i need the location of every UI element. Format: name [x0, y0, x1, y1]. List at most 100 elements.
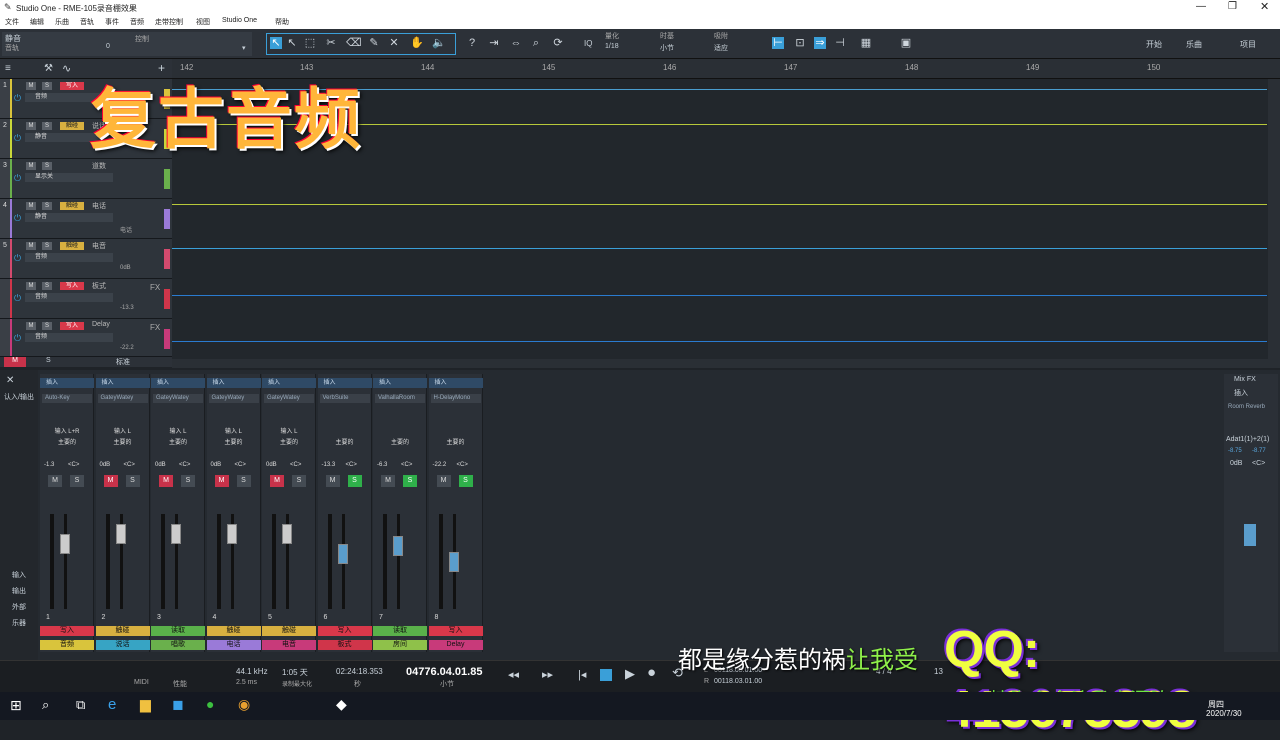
- pencil-icon[interactable]: ✎: [368, 37, 380, 49]
- insert-header[interactable]: 插入: [151, 378, 205, 388]
- output-select[interactable]: 主要的: [153, 437, 203, 446]
- channel-name[interactable]: 音频: [40, 640, 94, 650]
- output-select[interactable]: 主要的: [431, 437, 481, 446]
- automation-icon[interactable]: ∿: [62, 62, 71, 75]
- insert-header[interactable]: 插入: [206, 378, 261, 388]
- mute-button[interactable]: M: [325, 475, 340, 487]
- tab-start[interactable]: 开始: [1146, 39, 1162, 50]
- input-label[interactable]: 输入: [12, 570, 26, 580]
- solo-button[interactable]: S: [181, 475, 195, 487]
- menu-edit[interactable]: 编辑: [30, 17, 44, 27]
- track-name[interactable]: Delay: [92, 321, 110, 328]
- help-icon[interactable]: ?: [466, 37, 478, 49]
- mute-button[interactable]: M: [214, 475, 229, 487]
- pan-value[interactable]: <C>: [401, 462, 412, 468]
- time-seconds[interactable]: 02:24:18.353: [336, 667, 383, 676]
- pan-value[interactable]: <C>: [124, 462, 135, 468]
- output-select[interactable]: 主要的: [375, 437, 425, 446]
- track-row[interactable]: 5 M S 触碰 电音 ⏻ 音频 0dB: [0, 239, 172, 279]
- menu-view[interactable]: 视图: [196, 17, 210, 27]
- tempo[interactable]: 13: [934, 667, 943, 676]
- automation-mode[interactable]: 写入: [60, 82, 84, 90]
- vertical-scrollbar[interactable]: [1268, 79, 1280, 359]
- track-name[interactable]: 道数: [92, 161, 106, 171]
- menu-event[interactable]: 事件: [105, 17, 119, 27]
- automation-mode[interactable]: 触碰: [60, 202, 84, 210]
- main-pan[interactable]: <C>: [1252, 460, 1265, 467]
- volume-value[interactable]: 0dB: [100, 462, 111, 468]
- io-label[interactable]: 认入/输出: [4, 392, 34, 402]
- channel-name[interactable]: 说话: [95, 640, 150, 650]
- mute-button[interactable]: M: [48, 475, 62, 487]
- pan-value[interactable]: <C>: [68, 462, 79, 468]
- channel-name[interactable]: 房间: [373, 640, 427, 650]
- track-automation-select[interactable]: 音频: [25, 253, 113, 262]
- tab-song[interactable]: 乐曲: [1186, 39, 1202, 50]
- solo-button[interactable]: S: [42, 322, 52, 330]
- input-select[interactable]: [431, 426, 481, 435]
- mute-button[interactable]: M: [26, 202, 36, 210]
- mute-button[interactable]: M: [159, 475, 173, 487]
- output-label[interactable]: 输出: [12, 586, 26, 596]
- restore-icon[interactable]: ❐: [1228, 1, 1237, 12]
- instrument-label[interactable]: 乐器: [12, 618, 26, 628]
- input-select[interactable]: [320, 426, 370, 435]
- track-automation-select[interactable]: 音频: [25, 293, 113, 302]
- split-tool-icon[interactable]: ✂: [325, 37, 337, 49]
- minimize-icon[interactable]: —: [1196, 1, 1206, 12]
- automation-mode[interactable]: 触碰: [95, 626, 150, 636]
- speaker-icon[interactable]: 🔈: [432, 37, 446, 49]
- volume-value[interactable]: -6.3: [377, 462, 387, 468]
- power-icon[interactable]: ⏻: [14, 213, 21, 224]
- track-value[interactable]: 0: [106, 43, 110, 50]
- eraser-icon[interactable]: ⌫: [346, 37, 362, 49]
- slip-icon[interactable]: ⇥: [488, 37, 500, 49]
- automation-mode[interactable]: 写入: [60, 282, 84, 290]
- stop-button[interactable]: [600, 669, 612, 681]
- volume-fader[interactable]: [226, 524, 237, 544]
- right-locator[interactable]: 00118.03.01.00: [714, 678, 762, 685]
- close-icon[interactable]: ✕: [6, 375, 14, 386]
- track-name[interactable]: 板式: [92, 281, 106, 291]
- track-row[interactable]: 4 M S 触碰 电话 ⏻ 静音 电话: [0, 199, 172, 239]
- horizontal-scrollbar[interactable]: [172, 359, 1280, 368]
- follow-icon[interactable]: ⇒: [814, 37, 826, 49]
- mute-button[interactable]: M: [381, 475, 395, 487]
- main-insert-slot[interactable]: Room Reverb: [1228, 404, 1265, 410]
- track-row[interactable]: 3 M S 道数 ⏻ 显示关: [0, 159, 172, 199]
- power-icon[interactable]: ⏻: [14, 133, 21, 144]
- insert-slot[interactable]: Auto-Key: [42, 394, 92, 403]
- output-select[interactable]: 主要的: [98, 437, 148, 446]
- pan-value[interactable]: <C>: [457, 462, 468, 468]
- pan-value[interactable]: <C>: [346, 462, 357, 468]
- insert-slot[interactable]: GateyWatey: [97, 394, 148, 403]
- store-icon[interactable]: ◼: [172, 696, 184, 713]
- solo-button[interactable]: S: [347, 475, 362, 487]
- channel-name[interactable]: 电话: [206, 640, 261, 650]
- chevron-down-icon[interactable]: ▾: [242, 44, 246, 52]
- main-fader[interactable]: [1244, 524, 1256, 546]
- task-view-icon[interactable]: ⧉: [76, 697, 85, 713]
- standard-label[interactable]: 标准: [116, 357, 130, 367]
- menu-help[interactable]: 帮助: [275, 17, 289, 27]
- volume-fader[interactable]: [448, 552, 459, 572]
- zoom-icon[interactable]: ⌕: [530, 37, 542, 49]
- insert-slot[interactable]: GateyWatey: [153, 394, 203, 403]
- power-icon[interactable]: ⏻: [14, 333, 21, 344]
- power-icon[interactable]: ⏻: [14, 173, 21, 184]
- studio-one-icon[interactable]: ◆: [336, 696, 347, 713]
- output-select[interactable]: 主要的: [320, 437, 370, 446]
- track-name[interactable]: 电话: [92, 201, 106, 211]
- mute-tool-icon[interactable]: ✕: [388, 37, 400, 49]
- output-select[interactable]: 主要的: [264, 437, 314, 446]
- mute-button[interactable]: M: [436, 475, 451, 487]
- volume-value[interactable]: 0dB: [211, 462, 222, 468]
- pan-value[interactable]: <C>: [179, 462, 190, 468]
- menu-studioone[interactable]: Studio One: [222, 17, 257, 24]
- save-icon[interactable]: ▣: [900, 37, 912, 49]
- stretch-icon[interactable]: ⇔: [510, 37, 522, 49]
- volume-value[interactable]: 0dB: [266, 462, 277, 468]
- edge-icon[interactable]: e: [108, 696, 116, 713]
- track-row[interactable]: M S 写入 Delay ⏻ 音频 -22.2 FX: [0, 319, 172, 357]
- pointer-icon[interactable]: ↖: [286, 37, 298, 49]
